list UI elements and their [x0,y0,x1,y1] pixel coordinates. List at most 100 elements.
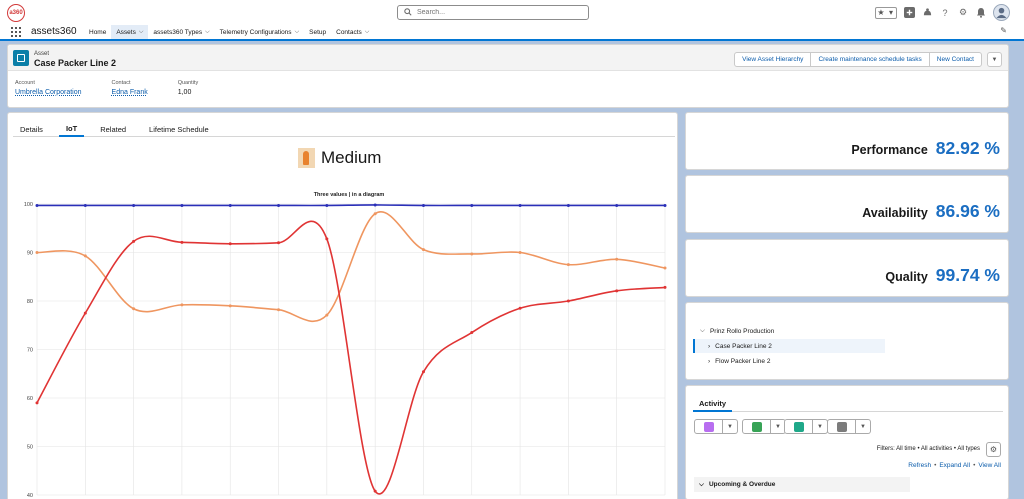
tab-related[interactable]: Related [93,121,133,137]
tree-item-case-packer[interactable]: › Case Packer Line 2 [693,339,885,353]
help-icon[interactable]: ? [939,7,951,19]
data-point[interactable] [373,212,377,216]
data-point[interactable] [421,370,425,374]
account-link[interactable]: Umbrella Corporation [15,89,82,96]
tree-item-flow-packer[interactable]: › Flow Packer Line 2 [708,354,770,368]
nav-item-home[interactable]: Home [84,25,111,39]
nav-item-assets[interactable]: Assets ⌵ [111,25,149,41]
gear-icon[interactable]: ⚙ [957,7,969,19]
gear-icon[interactable]: ⚙ [986,442,1001,457]
edit-nav-icon[interactable]: ✎ [1000,26,1007,35]
chevron-down-icon[interactable]: ▼ [856,419,871,434]
data-point[interactable] [663,285,667,289]
data-point[interactable] [325,203,329,207]
view-all-link[interactable]: View All [978,462,1001,469]
data-point[interactable] [615,203,619,207]
tree-item-label: Flow Packer Line 2 [715,357,771,365]
trailhead-icon[interactable] [921,7,933,19]
data-point[interactable] [277,203,281,207]
nav-item-telemetry-configurations[interactable]: Telemetry Configurations ⌵ [215,25,304,39]
app-logo[interactable]: a360 [7,4,25,22]
chevron-right-icon[interactable]: › [708,358,710,365]
data-point[interactable] [518,203,522,207]
global-search[interactable] [397,5,589,20]
tab-details[interactable]: Details [13,121,50,137]
data-point[interactable] [83,254,87,258]
tab-activity[interactable]: Activity [693,396,733,412]
chevron-down-icon[interactable]: ⌵ [365,29,370,36]
data-point[interactable] [518,251,522,254]
create-maintenance-tasks-button[interactable]: Create maintenance schedule tasks [810,52,930,67]
data-point[interactable] [35,251,39,254]
data-point[interactable] [566,299,570,303]
chevron-down-icon[interactable]: ⌵ [139,29,144,36]
data-point[interactable] [373,203,377,207]
chevron-down-icon[interactable]: ⌵ [699,481,704,489]
data-point[interactable] [132,239,136,243]
more-actions-chevron-icon[interactable]: ▼ [987,52,1002,67]
nav-item-assets360-types[interactable]: assets360 Types ⌵ [148,25,214,39]
data-point[interactable] [566,203,570,207]
contact-link[interactable]: Edna Frank [112,89,148,96]
data-point[interactable] [277,241,281,245]
log-call-icon[interactable] [784,419,813,434]
chevron-down-icon[interactable]: ⌵ [295,29,300,36]
chevron-down-icon[interactable]: ▼ [723,419,738,434]
data-point[interactable] [35,401,39,405]
data-point[interactable] [470,203,474,207]
data-point[interactable] [83,311,87,315]
avatar[interactable] [993,4,1010,21]
data-point[interactable] [566,263,570,267]
expand-all-link[interactable]: Expand All [939,462,970,469]
data-point[interactable] [180,203,184,207]
plus-icon[interactable] [903,7,915,19]
data-point[interactable] [663,266,667,270]
data-point[interactable] [35,203,39,207]
data-point[interactable] [132,203,136,207]
data-point[interactable] [83,203,87,207]
chevron-down-icon[interactable]: ▼ [813,419,828,434]
calendar-icon[interactable] [694,419,723,434]
data-point[interactable] [421,248,425,252]
data-point[interactable] [325,237,329,241]
data-point[interactable] [132,307,136,311]
tree-item-label: Prinz Rollo Production [709,327,775,335]
data-point[interactable] [373,489,377,493]
data-point[interactable] [228,203,232,207]
app-launcher-icon[interactable] [11,27,21,37]
star-icon[interactable]: ★ [876,8,886,18]
refresh-link[interactable]: Refresh [908,462,931,469]
bell-icon[interactable] [975,7,987,19]
chevron-down-icon[interactable]: ▾ [886,8,896,18]
data-point[interactable] [663,203,667,207]
search-input[interactable] [417,9,577,16]
data-point[interactable] [615,257,619,261]
data-point[interactable] [470,331,474,335]
tab-lifetime-schedule[interactable]: Lifetime Schedule [142,121,216,137]
chevron-right-icon[interactable]: › [708,343,710,350]
nav-item-setup[interactable]: Setup [304,25,331,39]
upcoming-overdue-section[interactable]: ⌵ Upcoming & Overdue [694,477,910,492]
data-point[interactable] [421,203,425,207]
data-point[interactable] [180,240,184,244]
email-icon[interactable] [827,419,856,434]
chevron-down-icon[interactable]: ⌵ [205,29,210,36]
data-point[interactable] [325,313,329,317]
data-point[interactable] [180,303,184,307]
task-icon[interactable] [742,419,771,434]
data-point[interactable] [228,304,232,308]
data-point[interactable] [228,242,232,246]
status-indicator: Medium [298,148,381,168]
main-card: Details IoT Related Lifetime Schedule Me… [7,112,678,499]
new-contact-button[interactable]: New Contact [928,52,982,67]
view-asset-hierarchy-button[interactable]: View Asset Hierarchy [734,52,812,67]
favorites-group[interactable]: ★ ▾ [875,6,897,19]
tree-item-root[interactable]: ⌵ Prinz Rollo Production [700,324,774,338]
tab-iot[interactable]: IoT [58,121,85,137]
data-point[interactable] [518,306,522,310]
data-point[interactable] [615,289,619,293]
chevron-down-icon[interactable]: ⌵ [700,327,705,335]
data-point[interactable] [470,252,474,256]
data-point[interactable] [277,308,281,312]
nav-item-contacts[interactable]: Contacts ⌵ [331,25,374,39]
